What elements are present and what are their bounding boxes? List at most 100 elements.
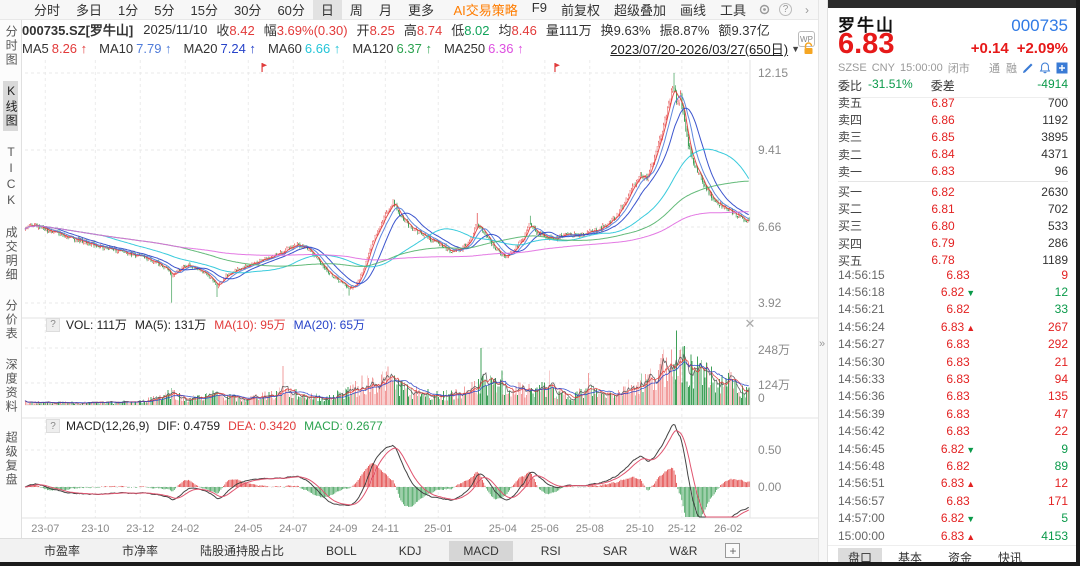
quote-field-value: 8.25 (370, 23, 395, 38)
add-icon[interactable] (1056, 62, 1068, 74)
sidebar-item-TICK[interactable]: TICK (3, 142, 18, 212)
quote-field-value: 8.46 (512, 23, 537, 38)
arrow-up-icon: ▲ (966, 323, 975, 333)
tick-row: 14:56:486.8289 (838, 457, 1068, 474)
ask-volume: 700 (1008, 96, 1068, 110)
sidebar-item-分价表[interactable]: 分价表 (3, 296, 18, 344)
period-tab-15分[interactable]: 15分 (183, 0, 226, 20)
quote-field-振: 振8.87% (660, 20, 710, 39)
quote-field-value: 3.69%(0.30) (277, 23, 348, 38)
sidebar-item-深度资料[interactable]: 深度资料 (3, 355, 18, 417)
indicator-tab-KDJ[interactable]: KDJ (385, 541, 436, 561)
period-tab-月[interactable]: 月 (371, 0, 400, 20)
x-tick-label: 25-04 (489, 523, 517, 535)
help-icon[interactable]: ? (46, 318, 60, 332)
arrow-down-icon: ▼ (966, 445, 975, 455)
quote-bar: 000735.SZ[罗牛山] 2025/11/10 收8.42幅3.69%(0.… (0, 20, 818, 39)
period-tab-周[interactable]: 周 (342, 0, 371, 20)
chevron-down-icon[interactable]: ▼ (791, 44, 800, 54)
kline-chart[interactable] (22, 58, 818, 520)
tick-list[interactable]: 14:56:156.83914:56:186.82▼1214:56:216.82… (838, 266, 1068, 544)
bid-row: 买二6.81702 (838, 200, 1068, 217)
period-tab-1分[interactable]: 1分 (110, 0, 146, 20)
tool-button-0[interactable]: AI交易策略 (446, 0, 524, 20)
period-tab-日[interactable]: 日 (313, 0, 342, 20)
sidebar-item-超级复盘[interactable]: 超级复盘 (3, 428, 18, 490)
ma-label: MA5 (22, 41, 49, 56)
ma-value: 7.24 ↑ (221, 41, 256, 56)
indicator-tab-MACD[interactable]: MACD (449, 541, 512, 561)
tick-time: 14:56:45 (838, 442, 902, 456)
bid-volume: 702 (1008, 202, 1068, 216)
bell-icon[interactable] (1039, 62, 1051, 74)
order-book-divider (838, 181, 1068, 182)
quote-field-value: 8.74 (417, 23, 442, 38)
tool-button-1[interactable]: F9 (525, 0, 554, 20)
ask-price: 6.84 (878, 147, 1008, 161)
period-tab-多日[interactable]: 多日 (68, 0, 110, 20)
quote-field-低: 低8.02 (451, 20, 489, 39)
indicator-tab-市净率[interactable]: 市净率 (108, 539, 172, 562)
sidebar-item-成交明细[interactable]: 成交明细 (3, 223, 18, 285)
indicator-tab-SAR[interactable]: SAR (589, 541, 642, 561)
tick-row: 14:56:246.83▲267 (838, 318, 1068, 335)
quote-field-label: 额 (718, 23, 731, 38)
quote-field-幅: 幅3.69%(0.30) (264, 20, 348, 39)
axis-tick-label: 6.66 (758, 220, 781, 234)
quote-field-value: 8.87% (673, 23, 710, 38)
tick-volume: 12 (1014, 285, 1068, 299)
tick-time: 14:56:48 (838, 459, 902, 473)
axis-tick-label: 12.15 (758, 66, 788, 80)
ask-row: 卖三6.853895 (838, 128, 1068, 145)
tick-time: 14:56:18 (838, 285, 902, 299)
gear-icon[interactable] (757, 3, 771, 17)
ask-volume: 3895 (1008, 130, 1068, 144)
ask-price: 6.87 (878, 96, 1008, 110)
ma-value: 6.66 ↑ (305, 41, 340, 56)
close-icon[interactable]: ✕ (742, 316, 758, 332)
indicator-tab-BOLL[interactable]: BOLL (312, 541, 371, 561)
quote-field-换: 换9.63% (601, 20, 651, 39)
indicator-tab-市盈率[interactable]: 市盈率 (30, 539, 94, 562)
tool-buttons: AI交易策略F9前复权超级叠加画线工具 (446, 0, 753, 20)
date-range-label[interactable]: 2023/07/20-2026/03/27(650日) (610, 39, 788, 58)
period-tab-更多[interactable]: 更多 (400, 0, 442, 20)
x-tick-label: 23-10 (81, 523, 109, 535)
macd-value: MACD: 0.2677 (304, 419, 383, 433)
period-tab-分时[interactable]: 分时 (26, 0, 68, 20)
sidebar-item-K线图[interactable]: K线图 (3, 81, 18, 131)
indicator-tab-W&R[interactable]: W&R (655, 541, 711, 561)
tick-price: 6.82▼ (902, 511, 1014, 525)
bid-price: 6.80 (878, 219, 1008, 233)
chevron-right-icon[interactable]: › (800, 3, 814, 17)
period-tab-5分[interactable]: 5分 (146, 0, 182, 20)
period-tab-30分[interactable]: 30分 (226, 0, 269, 20)
add-indicator-button[interactable]: + (725, 543, 740, 558)
help-icon[interactable]: ? (779, 3, 792, 16)
quote-field-label: 收 (216, 23, 229, 38)
collapse-icon[interactable]: » (819, 338, 825, 350)
bid-price: 6.81 (878, 202, 1008, 216)
help-icon[interactable]: ? (46, 419, 60, 433)
pencil-icon[interactable] (1022, 62, 1034, 74)
tick-price: 6.83▲ (902, 320, 1014, 334)
quote-field-额: 额9.37亿 (718, 20, 769, 39)
quote-field-value: 9.63% (614, 23, 651, 38)
tick-price: 6.83 (902, 494, 1014, 508)
indicator-tab-陆股通持股占比[interactable]: 陆股通持股占比 (186, 539, 298, 562)
tool-button-5[interactable]: 工具 (713, 0, 753, 20)
ask-label: 卖一 (838, 163, 878, 180)
vol-value: VOL: 111万 (66, 316, 127, 333)
period-toolbar: 分时多日1分5分15分30分60分日周月更多 AI交易策略F9前复权超级叠加画线… (0, 0, 818, 20)
tool-button-3[interactable]: 超级叠加 (607, 0, 673, 20)
bid-row: 买三6.80533 (838, 217, 1068, 234)
tool-button-4[interactable]: 画线 (673, 0, 713, 20)
ma-label: MA120 (352, 41, 393, 56)
tool-button-2[interactable]: 前复权 (554, 0, 607, 20)
period-tab-60分[interactable]: 60分 (269, 0, 312, 20)
sidebar-item-分时图[interactable]: 分时图 (3, 22, 18, 70)
bid-row: 买四6.79286 (838, 235, 1068, 252)
indicator-tab-RSI[interactable]: RSI (527, 541, 575, 561)
unlock-icon[interactable] (803, 42, 814, 55)
panel-divider[interactable]: » (818, 0, 828, 562)
